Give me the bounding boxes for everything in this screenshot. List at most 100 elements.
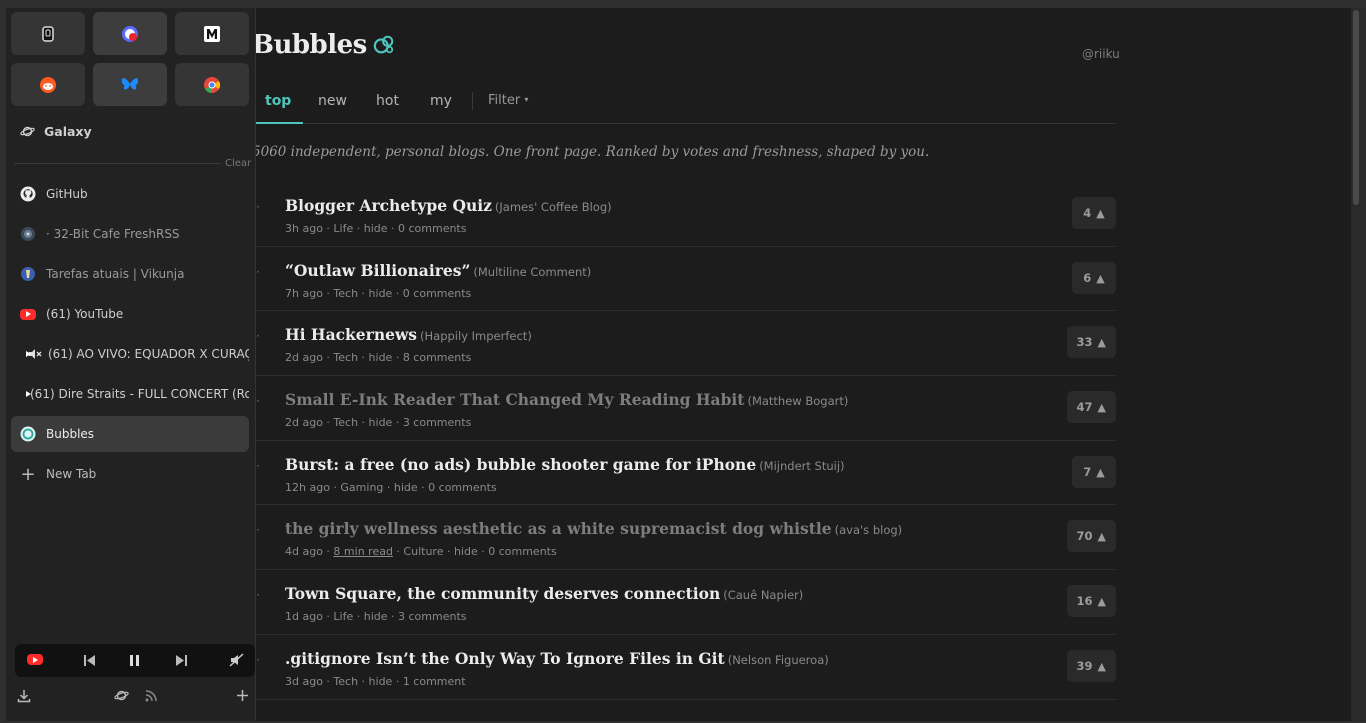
mute-icon[interactable] [229,653,244,667]
upvote-button[interactable]: 70 ▲ [1066,520,1116,553]
media-controls [15,644,255,677]
workspace-switcher[interactable]: Galaxy [20,124,92,139]
user-handle[interactable]: @riiku [1082,47,1120,61]
reddit-icon [40,76,56,93]
tab-my[interactable]: my [430,93,452,109]
sidebar-tab-dire-straits[interactable]: (61) Dire Straits - FULL CONCERT (Rockpa… [11,376,249,412]
post-title[interactable]: Blogger Archetype Quiz [285,196,492,215]
post-title[interactable]: “Outlaw Billionaires” [285,261,470,280]
tab-divider [472,92,473,110]
sidebar-tab-github[interactable]: GitHub [11,176,249,212]
upvote-button[interactable]: 33 ▲ [1066,326,1116,359]
next-track-icon[interactable] [175,654,188,667]
pause-icon[interactable] [128,654,141,667]
planet-icon[interactable] [114,689,129,702]
post-source[interactable]: (Cauê Napier) [723,588,803,602]
post-meta: 2d ago · Tech · hide · 3 comments [285,416,472,430]
post-source[interactable]: (James' Coffee Blog) [495,200,612,214]
sidebar-tab-youtube-live[interactable]: (61) AO VIVO: EQUADOR X CURAÇAO [11,336,249,372]
upvote-button[interactable]: 6 ▲ [1072,261,1116,294]
upvote-arrow-icon: ▲ [1097,659,1106,673]
post-source[interactable]: (Nelson Figueroa) [728,653,829,667]
phone-icon [42,25,54,42]
clear-tabs-button[interactable]: Clear [225,158,251,169]
upvote-arrow-icon: ▲ [1097,595,1106,609]
upvote-arrow-icon: ▲ [1096,207,1105,220]
post-source[interactable]: (Multiline Comment) [473,265,591,279]
sidebar-tab-vikunja[interactable]: Tarefas atuais | Vikunja [11,256,249,292]
post-source[interactable]: (Mijndert Stuij) [759,459,844,473]
youtube-icon [27,654,43,665]
pinned-app-5[interactable] [93,63,167,106]
post-source[interactable]: (Happily Imperfect) [420,329,532,343]
post-meta-rest: · Culture · hide · 0 comments [392,545,557,559]
upvote-button[interactable]: 7 ▲ [1072,455,1116,488]
media-source-icon[interactable] [27,654,43,669]
add-icon[interactable] [236,689,249,702]
post-item: · .gitignore Isn’t the Only Way To Ignor… [252,635,1116,700]
previous-track-icon[interactable] [83,654,96,667]
upvote-arrow-icon: ▲ [1097,401,1106,415]
post-item: · Burst: a free (no ads) bubble shooter … [252,441,1116,506]
upvote-arrow-icon: ▲ [1096,271,1105,285]
caret-down-icon: ▾ [524,95,529,104]
github-icon [20,186,36,202]
new-tab-button[interactable]: + New Tab [11,456,249,492]
post-bullet: · [256,329,260,344]
pinned-app-3[interactable] [175,12,249,55]
post-item: · Town Square, the community deserves co… [252,570,1116,635]
sidebar-tab-bubbles[interactable]: Bubbles [11,416,249,452]
post-item: · the girly wellness aesthetic as a whit… [252,505,1116,571]
download-icon[interactable] [17,689,31,703]
vote-count: 6 [1083,270,1092,285]
site-title-text: Bubbles [252,30,367,60]
tab-top[interactable]: top [265,93,291,109]
plus-icon: + [20,463,36,485]
post-title[interactable]: Town Square, the community deserves conn… [285,584,720,603]
pinned-app-6[interactable] [175,63,249,106]
new-tab-label: New Tab [46,467,97,481]
tab-new[interactable]: new [318,93,347,109]
post-item: · “Outlaw Billionaires” (Multiline Commen… [252,247,1116,312]
vote-count: 4 [1083,206,1092,220]
post-bullet: · [256,458,260,473]
sidebar-tab-label: Tarefas atuais | Vikunja [46,267,185,281]
post-meta: 4d ago · 8 min read · Culture · hide · 0… [285,545,557,558]
scrollbar-thumb[interactable] [1353,10,1359,205]
pinned-app-1[interactable] [11,12,85,55]
post-title[interactable]: Hi Hackernews [285,325,417,344]
vote-count: 33 [1076,335,1093,350]
active-tab-indicator [253,122,303,124]
post-meta-age: 4d ago · [285,545,334,559]
post-source[interactable]: (Matthew Bogart) [747,394,848,408]
post-title[interactable]: the girly wellness aesthetic as a white … [285,519,832,538]
tab-hot[interactable]: hot [376,93,399,109]
read-time-link[interactable]: 8 min read [333,545,393,558]
chrome-icon [204,76,221,93]
sidebar-tab-youtube[interactable]: (61) YouTube [11,296,249,332]
upvote-button[interactable]: 16 ▲ [1066,585,1116,618]
tab-list: GitHub · 32-Bit Cafe FreshRSS Tarefas at… [11,176,249,496]
upvote-button[interactable]: 47 ▲ [1066,391,1116,424]
sidebar-tab-freshrss[interactable]: · 32-Bit Cafe FreshRSS [11,216,249,252]
butterfly-icon [121,77,139,90]
workspace-name: Galaxy [44,124,92,139]
post-title[interactable]: Burst: a free (no ads) bubble shooter ga… [285,455,756,474]
post-title[interactable]: Small E-Ink Reader That Changed My Readi… [285,390,744,409]
post-bullet: · [256,264,260,279]
post-title[interactable]: .gitignore Isn’t the Only Way To Ignore … [285,649,725,668]
post-source[interactable]: (ava's blog) [835,523,903,537]
rss-icon[interactable] [145,689,158,702]
upvote-button[interactable]: 39 ▲ [1066,649,1116,682]
pinned-app-2[interactable] [93,12,167,55]
post-meta: 3d ago · Tech · hide · 1 comment [285,674,466,688]
pinned-app-4[interactable] [11,63,85,106]
post-bullet: · [256,652,260,667]
post-bullet: · [256,200,260,214]
browser-sidebar: Galaxy Clear GitHub · 32-Bit Cafe FreshR… [6,8,256,721]
site-title[interactable]: Bubbles [252,30,395,60]
m-icon [204,25,220,42]
filter-dropdown[interactable]: Filter ▾ [488,93,528,108]
vote-count: 7 [1083,464,1092,479]
upvote-button[interactable]: 4 ▲ [1072,197,1116,229]
